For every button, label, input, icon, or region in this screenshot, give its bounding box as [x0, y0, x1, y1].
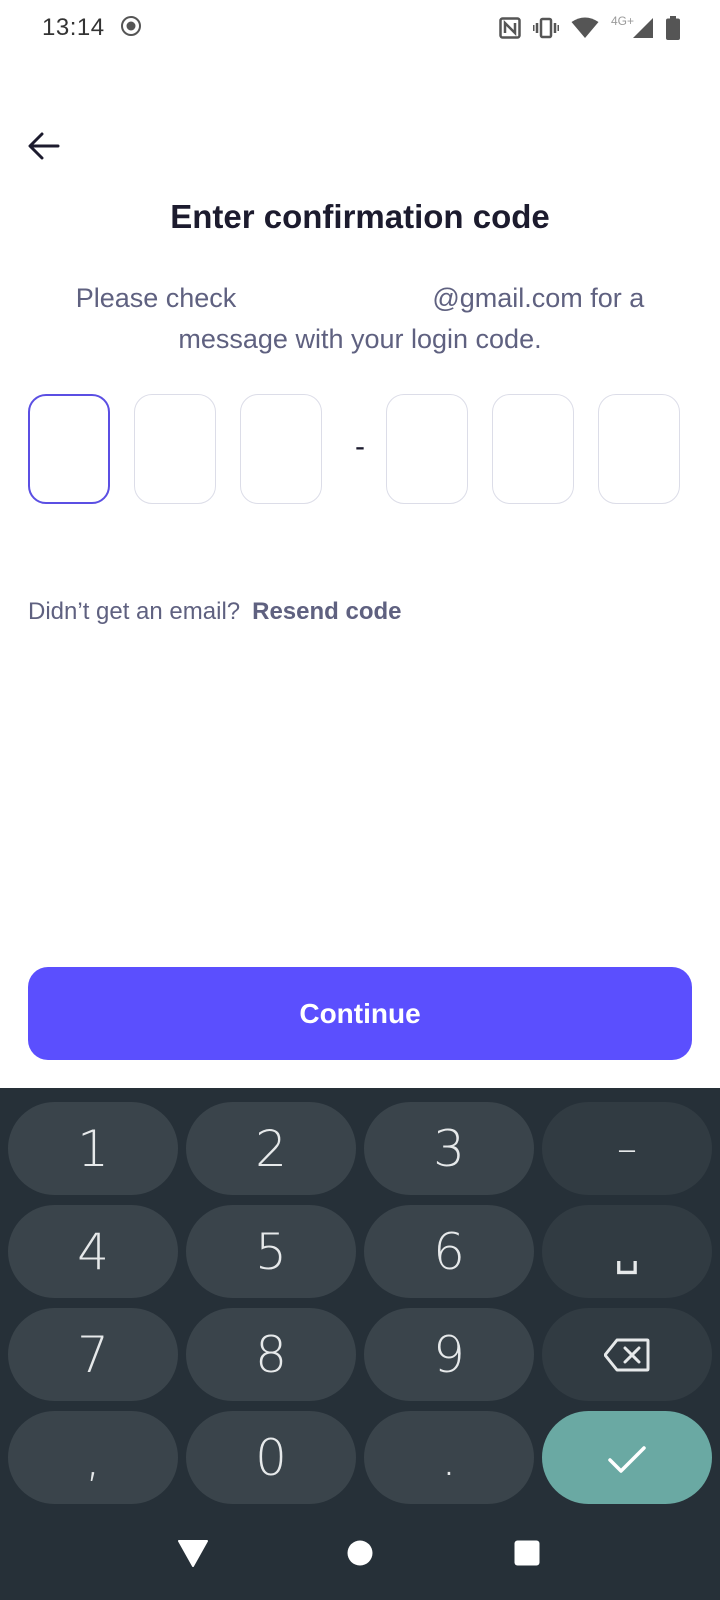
backspace-icon [603, 1326, 650, 1384]
wifi-icon [571, 17, 599, 39]
code-digit-2[interactable] [134, 394, 216, 504]
key-3[interactable]: 3 [364, 1102, 534, 1195]
subtitle: Please check @gmail.com for a message wit… [40, 278, 680, 360]
battery-icon [666, 16, 680, 40]
key-comma[interactable]: , [8, 1411, 178, 1504]
code-separator: - [355, 430, 365, 463]
home-circle-icon [347, 1540, 373, 1571]
key-dash[interactable]: – [542, 1102, 712, 1195]
nav-recents-button[interactable] [497, 1525, 557, 1585]
key-9[interactable]: 9 [364, 1308, 534, 1401]
status-right: 4G+ [499, 14, 680, 40]
arrow-left-icon [28, 132, 60, 165]
nav-back-button[interactable] [163, 1525, 223, 1585]
check-icon [607, 1429, 647, 1487]
key-0[interactable]: 0 [186, 1411, 356, 1504]
code-digit-4[interactable] [386, 394, 468, 504]
status-left: 13:14 [42, 14, 143, 43]
key-2[interactable]: 2 [186, 1102, 356, 1195]
signal-icon [632, 17, 654, 39]
key-6[interactable]: 6 [364, 1205, 534, 1298]
status-time: 13:14 [42, 14, 105, 41]
key-1[interactable]: 1 [8, 1102, 178, 1195]
key-7[interactable]: 7 [8, 1308, 178, 1401]
status-bar: 13:14 4G+ [0, 0, 720, 56]
key-5[interactable]: 5 [186, 1205, 356, 1298]
key-space[interactable]: ␣ [542, 1205, 712, 1298]
recents-square-icon [514, 1540, 540, 1571]
code-input: - [28, 394, 692, 504]
back-button[interactable] [22, 126, 66, 170]
resend-code-link[interactable]: Resend code [252, 598, 401, 626]
continue-button-label: Continue [299, 997, 421, 1029]
subtitle-line2: message with your login code. [178, 324, 542, 354]
subtitle-prefix: Please check [75, 283, 237, 313]
subtitle-suffix: @gmail.com for a [432, 283, 645, 313]
key-4[interactable]: 4 [8, 1205, 178, 1298]
key-backspace[interactable] [542, 1308, 712, 1401]
vibrate-icon [532, 17, 559, 39]
nav-home-button[interactable] [330, 1525, 390, 1585]
code-digit-1[interactable] [28, 394, 110, 504]
resend-prompt: Didn’t get an email? [28, 598, 241, 625]
key-enter[interactable] [542, 1411, 712, 1504]
network-label: 4G+ [610, 14, 634, 28]
resend-row: Didn’t get an email? Resend code [28, 598, 402, 626]
code-digit-3[interactable] [240, 394, 322, 504]
nfc-icon [499, 17, 521, 39]
continue-button[interactable]: Continue [28, 967, 692, 1060]
system-nav-bar [0, 1510, 720, 1600]
code-digit-5[interactable] [492, 394, 574, 504]
record-icon [119, 14, 143, 43]
back-triangle-icon [178, 1539, 209, 1572]
code-digit-6[interactable] [598, 394, 680, 504]
page-title: Enter confirmation code [170, 198, 550, 235]
key-8[interactable]: 8 [186, 1308, 356, 1401]
key-period[interactable]: . [364, 1411, 534, 1504]
